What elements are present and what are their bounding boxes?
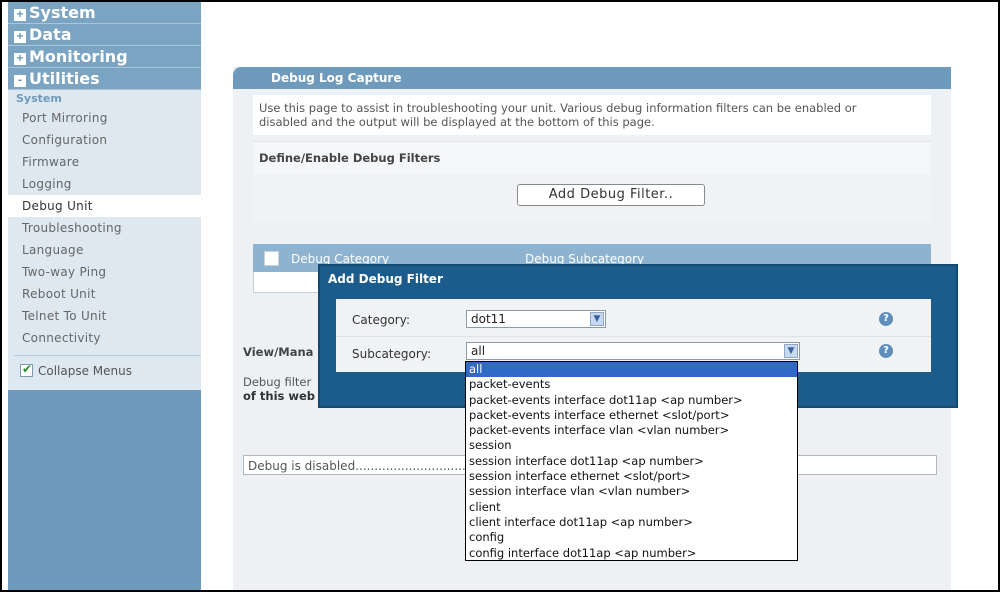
dropdown-option[interactable]: packet-events interface dot11ap <ap numb…	[466, 393, 797, 408]
sidebar-item-troubleshooting[interactable]: Troubleshooting	[8, 217, 201, 239]
view-text-line-2: of this web	[243, 389, 316, 403]
dropdown-option[interactable]: packet-events interface vlan <vlan numbe…	[466, 423, 797, 438]
select-all-checkbox[interactable]	[264, 251, 279, 266]
sidebar-item-telnet-to-unit[interactable]: Telnet To Unit	[8, 305, 201, 327]
menu-utilities[interactable]: - Utilities	[8, 68, 201, 90]
chevron-down-icon[interactable]: ▼	[784, 344, 798, 358]
menu-data-label: Data	[29, 25, 72, 44]
add-debug-filter-button[interactable]: Add Debug Filter..	[517, 184, 705, 206]
sidebar-item-port-mirroring[interactable]: Port Mirroring	[8, 107, 201, 129]
category-row: Category: dot11 ▼ ?	[336, 302, 931, 337]
menu-monitoring[interactable]: + Monitoring	[8, 46, 201, 68]
category-value: dot11	[471, 312, 506, 326]
subcategory-value: all	[471, 344, 486, 358]
collapse-menus-checkbox[interactable]: ✔	[20, 362, 33, 377]
dropdown-option[interactable]: session interface vlan <vlan number>	[466, 484, 797, 499]
submenu-group-label: System	[16, 92, 62, 105]
sidebar-item-connectivity[interactable]: Connectivity	[8, 327, 201, 349]
expand-icon: +	[14, 31, 26, 43]
add-filter-row: Add Debug Filter..	[253, 174, 931, 222]
intro-line-1: Use this page to assist in troubleshooti…	[259, 101, 857, 115]
category-label: Category:	[352, 313, 410, 327]
menu-system[interactable]: + System	[8, 2, 201, 24]
menu-monitoring-label: Monitoring	[29, 47, 128, 66]
collapse-menus-label: Collapse Menus	[38, 364, 133, 378]
chevron-down-icon[interactable]: ▼	[590, 312, 604, 326]
expand-icon: +	[14, 9, 26, 21]
sidebar: + System + Data + Monitoring - Utilities Sys…	[8, 2, 209, 590]
intro-line-2: disabled and the output will be displaye…	[259, 115, 655, 129]
dropdown-option[interactable]: client	[466, 500, 797, 515]
dropdown-option[interactable]: packet-events interface ethernet <slot/p…	[466, 408, 797, 423]
sidebar-item-firmware[interactable]: Firmware	[8, 151, 201, 173]
sidebar-item-logging[interactable]: Logging	[8, 173, 201, 195]
dropdown-option[interactable]: session interface dot11ap <ap number>	[466, 454, 797, 469]
view-text-line-1: Debug filter	[243, 375, 312, 389]
dropdown-option[interactable]: session interface ethernet <slot/port>	[466, 469, 797, 484]
menu-system-label: System	[29, 3, 96, 22]
subcategory-select[interactable]: all ▼	[466, 342, 800, 360]
sidebar-item-language[interactable]: Language	[8, 239, 201, 261]
collapse-menus-toggle[interactable]: ✔ Collapse Menus	[14, 355, 201, 384]
help-icon[interactable]: ?	[879, 312, 893, 326]
intro-text: Use this page to assist in troubleshooti…	[253, 95, 931, 135]
help-icon[interactable]: ?	[879, 344, 893, 358]
menu-utilities-label: Utilities	[29, 69, 100, 88]
window-frame: + System + Data + Monitoring - Utilities Sys…	[0, 0, 1000, 592]
sidebar-item-configuration[interactable]: Configuration	[8, 129, 201, 151]
dropdown-option[interactable]: session	[466, 438, 797, 453]
panel-title: Debug Log Capture	[233, 67, 951, 89]
sidebar-item-two-way-ping[interactable]: Two-way Ping	[8, 261, 201, 283]
sidebar-item-reboot-unit[interactable]: Reboot Unit	[8, 283, 201, 305]
filters-heading: Define/Enable Debug Filters	[253, 141, 931, 174]
dropdown-option[interactable]: client interface dot11ap <ap number>	[466, 515, 797, 530]
subcategory-dropdown-list[interactable]: all packet-events packet-events interfac…	[465, 361, 798, 561]
dialog-title: Add Debug Filter	[328, 272, 443, 286]
dropdown-option[interactable]: config	[466, 530, 797, 545]
dropdown-option[interactable]: config interface dot11ap <ap number>	[466, 546, 797, 561]
menu-data[interactable]: + Data	[8, 24, 201, 46]
expand-icon: +	[14, 53, 26, 65]
sidebar-item-debug-unit[interactable]: Debug Unit	[8, 195, 209, 217]
collapse-icon: -	[14, 75, 26, 87]
category-select[interactable]: dot11 ▼	[466, 310, 606, 328]
dropdown-option[interactable]: packet-events	[466, 377, 797, 392]
check-icon: ✔	[22, 362, 33, 376]
view-manage-heading: View/Mana	[243, 345, 314, 359]
dropdown-option[interactable]: all	[466, 362, 797, 378]
subcategory-label: Subcategory:	[352, 347, 432, 361]
utilities-submenu: System Port Mirroring Configuration Firm…	[8, 90, 209, 390]
